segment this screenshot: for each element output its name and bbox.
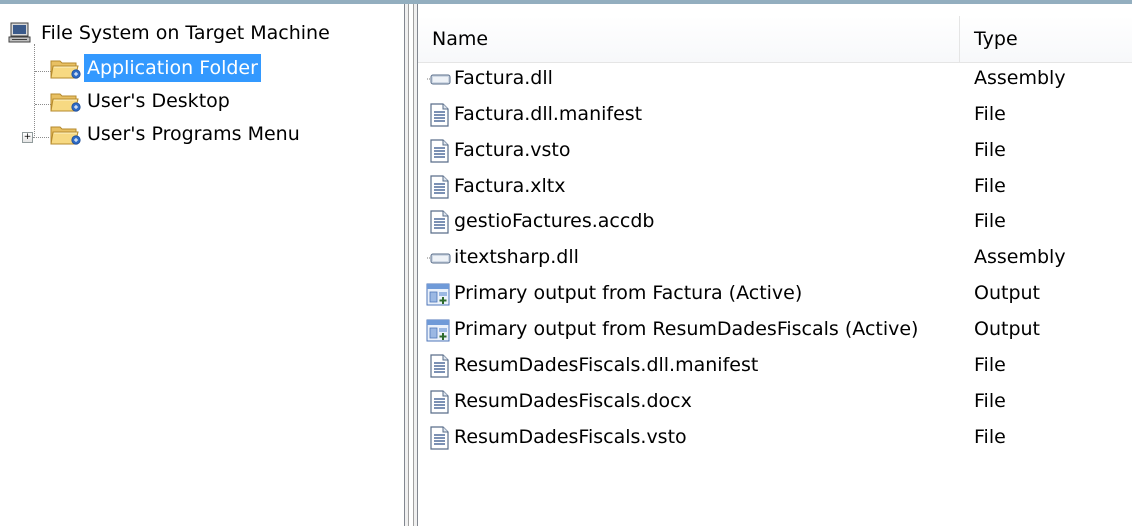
file-icon [426,209,452,235]
item-type: File [974,175,1006,197]
file-icon [426,174,452,200]
item-type: File [974,103,1006,125]
list-item[interactable]: Factura.vsto File [418,133,1132,168]
item-type: Output [974,282,1040,304]
item-name: ResumDadesFiscals.docx [454,390,692,412]
item-name: Factura.vsto [454,139,571,161]
tree-item-users-programs-menu[interactable]: User's Programs Menu [50,119,303,149]
name-cell: ResumDadesFiscals.vsto [426,420,687,455]
list-item[interactable]: ResumDadesFiscals.docx File [418,384,1132,419]
output-icon [426,317,452,343]
computer-icon [8,22,32,44]
item-type: File [974,426,1006,448]
list-item[interactable]: ResumDadesFiscals.vsto File [418,420,1132,455]
output-icon [426,281,452,307]
tree-item-application-folder[interactable]: Application Folder [50,53,261,83]
list-item[interactable]: gestioFactures.accdb File [418,204,1132,239]
item-name: itextsharp.dll [454,246,579,268]
item-type: File [974,139,1006,161]
name-cell: ResumDadesFiscals.docx [426,384,692,419]
tree-connector-line [35,104,51,105]
name-cell: ResumDadesFiscals.dll.manifest [426,348,758,383]
name-cell: gestioFactures.accdb [426,204,654,239]
tree-pane[interactable]: File System on Target Machine Applicatio… [0,4,404,526]
tree-item-label: Application Folder [84,54,261,82]
folder-icon [50,123,82,145]
item-type: Assembly [974,67,1066,89]
list-item[interactable]: Factura.dll Assembly [418,61,1132,96]
folder-icon [50,57,82,79]
list-item[interactable]: itextsharp.dll Assembly [418,240,1132,275]
list-item[interactable]: Factura.xltx File [418,169,1132,204]
list-item[interactable]: Primary output from ResumDadesFiscals (A… [418,312,1132,347]
item-name: ResumDadesFiscals.vsto [454,426,687,448]
tree-connector-line [33,137,49,138]
splitter-grip [408,4,414,526]
pane-splitter[interactable] [404,4,418,526]
item-name: Primary output from Factura (Active) [454,282,803,304]
item-type: File [974,210,1006,232]
name-cell: Factura.vsto [426,133,570,168]
file-icon [426,425,452,451]
item-type: Output [974,318,1040,340]
item-name: Factura.xltx [454,175,566,197]
item-type: File [974,390,1006,412]
name-cell: Primary output from ResumDadesFiscals (A… [426,312,918,347]
column-header-type[interactable]: Type [960,16,1132,62]
item-name: gestioFactures.accdb [454,210,655,232]
tree-item-label: User's Programs Menu [87,123,300,145]
tree-connector-line [35,71,51,72]
tree-connector-line [34,44,35,138]
file-system-editor: File System on Target Machine Applicatio… [0,0,1132,526]
list-item[interactable]: ResumDadesFiscals.dll.manifest File [418,348,1132,383]
item-name: Primary output from ResumDadesFiscals (A… [454,318,919,340]
list-item[interactable]: Primary output from Factura (Active) Out… [418,276,1132,311]
file-list-pane[interactable]: Name Type Factura.dll Assembly Factura.d… [418,4,1132,526]
item-type: File [974,354,1006,376]
list-header: Name Type [418,16,1132,63]
item-name: Factura.dll [454,67,553,89]
item-name: Factura.dll.manifest [454,103,643,125]
tree-root-file-system[interactable]: File System on Target Machine [8,18,333,48]
name-cell: Factura.xltx [426,169,565,204]
list-item[interactable]: Factura.dll.manifest File [418,97,1132,132]
file-icon [426,102,452,128]
expand-toggle[interactable]: + [22,132,33,143]
item-name: ResumDadesFiscals.dll.manifest [454,354,759,376]
file-icon [426,389,452,415]
assembly-icon [426,245,452,271]
tree-item-users-desktop[interactable]: User's Desktop [50,86,233,116]
name-cell: itextsharp.dll [426,240,579,275]
file-icon [426,138,452,164]
name-cell: Factura.dll [426,61,553,96]
column-header-name[interactable]: Name [418,16,960,62]
folder-icon [50,90,82,112]
assembly-icon [426,66,452,92]
tree-item-label: User's Desktop [87,90,230,112]
name-cell: Primary output from Factura (Active) [426,276,802,311]
file-icon [426,353,452,379]
name-cell: Factura.dll.manifest [426,97,642,132]
tree-root-label: File System on Target Machine [41,22,330,44]
item-type: Assembly [974,246,1066,268]
